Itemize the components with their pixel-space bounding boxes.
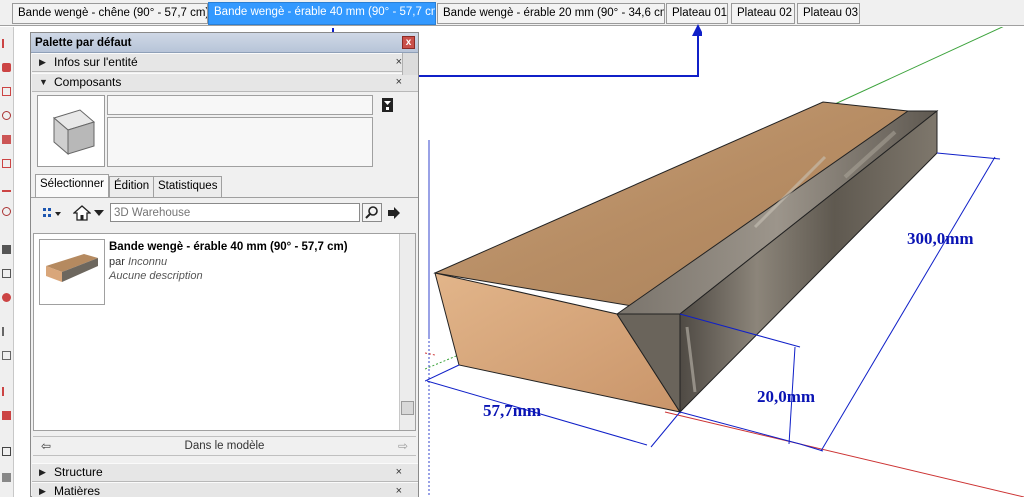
materials-panel-header[interactable]: ▶ Matières ×	[32, 482, 418, 497]
component-name-field[interactable]	[107, 95, 373, 115]
tray-close-button[interactable]: x	[402, 36, 415, 49]
expand-arrow-icon: ▶	[39, 486, 46, 496]
move-tool-icon[interactable]	[2, 183, 11, 192]
scene-tab-5[interactable]: Plateau 02	[731, 3, 795, 24]
in-model-label: Dans le modèle	[184, 440, 265, 452]
list-scrollbar[interactable]	[399, 234, 415, 430]
pan-tool-icon[interactable]	[2, 327, 11, 336]
details-icon[interactable]	[381, 97, 394, 113]
result-thumbnail	[39, 239, 105, 305]
red-axis-back	[425, 352, 436, 356]
look-tool-icon[interactable]	[2, 447, 11, 456]
section-tool-icon[interactable]	[2, 411, 11, 420]
expand-arrow-icon: ▶	[39, 467, 46, 477]
default-tray: Palette par défaut x ▶ Infos sur l'entit…	[30, 32, 419, 497]
expand-arrow-icon: ▶	[39, 57, 46, 67]
eraser-tool-icon[interactable]	[2, 63, 11, 72]
dimension-width-label: 57,7mm	[483, 401, 542, 420]
tray-title: Palette par défaut	[31, 33, 418, 53]
board-thumbnail-icon	[46, 254, 98, 282]
position-camera-tool-icon[interactable]	[2, 473, 11, 482]
select-tool-icon[interactable]	[2, 39, 11, 48]
tape-tool-icon[interactable]	[2, 245, 11, 254]
paint-tool-icon[interactable]	[2, 293, 11, 302]
result-author-row: par Inconnu	[109, 256, 168, 268]
components-nav-row	[37, 202, 409, 224]
result-author: Inconnu	[127, 256, 168, 268]
tray-scrollbar[interactable]	[402, 53, 418, 75]
line-tool-icon[interactable]	[2, 87, 11, 96]
scrollbar-thumb[interactable]	[401, 401, 414, 415]
model-drawing	[425, 27, 1024, 497]
entity-info-panel-header[interactable]: ▶ Infos sur l'entité ×	[32, 53, 418, 72]
result-title: Bande wengè - érable 40 mm (90° - 57,7 c…	[109, 241, 348, 253]
shape-tool-icon[interactable]	[2, 135, 11, 144]
search-icon	[365, 206, 378, 219]
component-description-field[interactable]	[107, 117, 373, 167]
view-options-icon[interactable]	[41, 205, 63, 221]
chevron-down-icon[interactable]	[93, 204, 105, 222]
search-button[interactable]	[362, 203, 382, 222]
result-description: Aucune description	[109, 270, 203, 282]
close-panel-icon[interactable]: ×	[396, 483, 402, 497]
close-panel-icon[interactable]: ×	[396, 464, 402, 481]
scene-tab-1[interactable]: Bande wengè - chêne (90° - 57,7 cm)	[12, 3, 208, 24]
tab-edit[interactable]: Édition	[109, 176, 155, 197]
component-thumbnail	[37, 95, 105, 167]
dimension-length-label: 300,0mm	[907, 229, 974, 248]
arc-tool-icon[interactable]	[2, 111, 11, 120]
tool-strip	[0, 27, 14, 497]
orbit-tool-icon[interactable]	[2, 269, 11, 278]
dimension-height-label: 20,0mm	[757, 387, 816, 406]
walk-tool-icon[interactable]	[2, 387, 11, 396]
arrow-right-icon[interactable]	[385, 204, 403, 222]
push-pull-tool-icon[interactable]	[2, 159, 11, 168]
forward-arrow-icon[interactable]: ⇨	[398, 439, 408, 453]
component-cube-icon	[52, 109, 96, 156]
close-panel-icon[interactable]: ×	[396, 74, 402, 91]
rotate-tool-icon[interactable]	[2, 207, 11, 216]
zoom-tool-icon[interactable]	[2, 351, 11, 360]
tab-select[interactable]: Sélectionner	[35, 174, 109, 197]
collapse-arrow-icon: ▼	[39, 77, 48, 87]
list-item[interactable]: Bande wengè - érable 40 mm (90° - 57,7 c…	[37, 237, 397, 307]
home-icon[interactable]	[73, 204, 91, 222]
search-input[interactable]	[110, 203, 360, 222]
in-model-bar: Dans le modèle ⇦ ⇨	[33, 436, 416, 456]
component-result-list: Bande wengè - érable 40 mm (90° - 57,7 c…	[33, 233, 416, 431]
model-viewport[interactable]: 57,7mm 20,0mm 300,0mm	[425, 27, 1024, 497]
components-panel-header[interactable]: ▼ Composants ×	[32, 73, 418, 92]
red-axis	[664, 411, 1024, 497]
back-arrow-icon[interactable]: ⇦	[41, 439, 51, 453]
tab-statistics[interactable]: Statistiques	[153, 176, 223, 197]
scene-tab-6[interactable]: Plateau 03	[797, 3, 860, 24]
structure-panel-header[interactable]: ▶ Structure ×	[32, 463, 418, 482]
